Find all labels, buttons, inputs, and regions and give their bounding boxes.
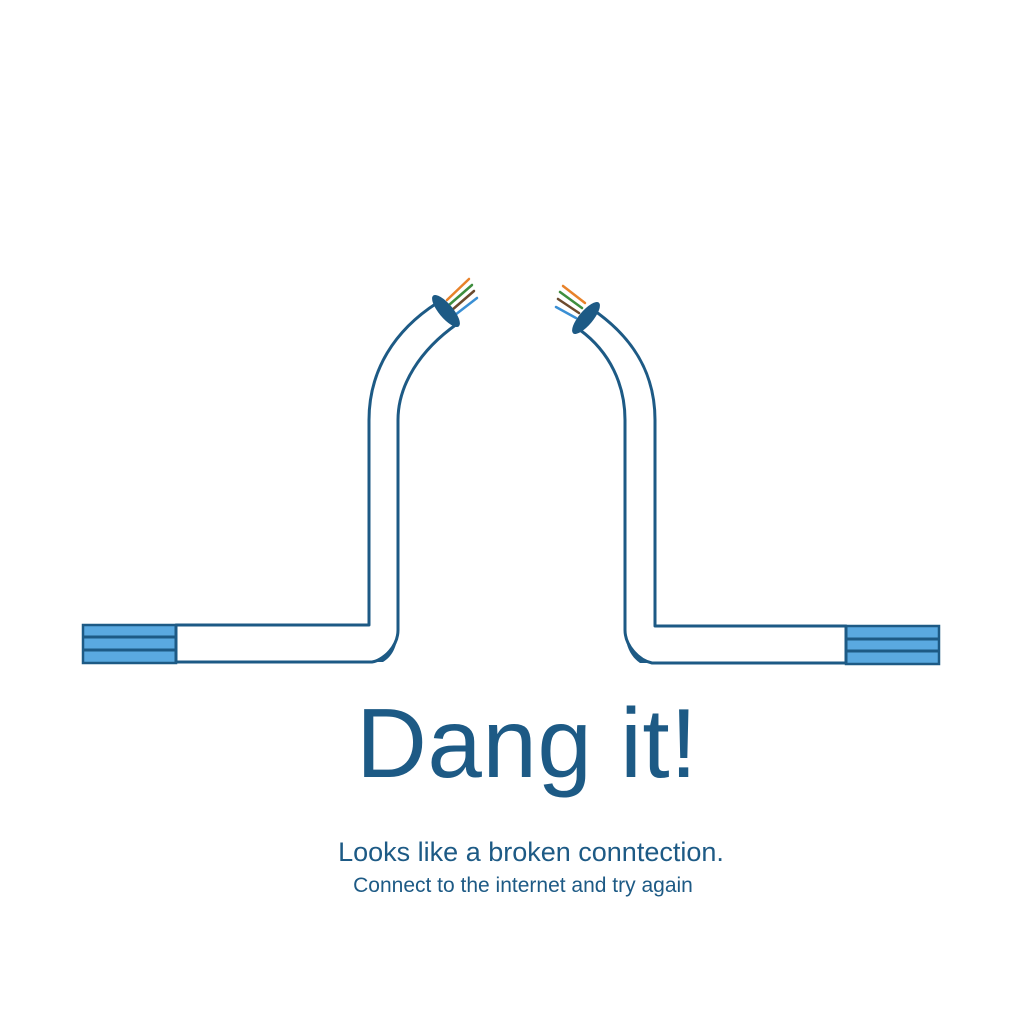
right-cable xyxy=(554,284,941,666)
right-cable-body xyxy=(578,307,848,665)
left-cable xyxy=(81,277,479,665)
error-headline: Dang it! xyxy=(356,688,698,798)
offline-error-page: Dang it! Looks like a broken conntection… xyxy=(0,0,1024,1024)
right-cable-wires xyxy=(554,284,587,320)
left-cable-body xyxy=(174,301,459,664)
broken-cable-illustration xyxy=(81,277,941,666)
error-message: Looks like a broken conntection. xyxy=(338,837,724,867)
error-submessage: Connect to the internet and try again xyxy=(353,874,693,897)
left-cable-connector xyxy=(81,623,178,665)
right-cable-connector xyxy=(844,624,941,666)
